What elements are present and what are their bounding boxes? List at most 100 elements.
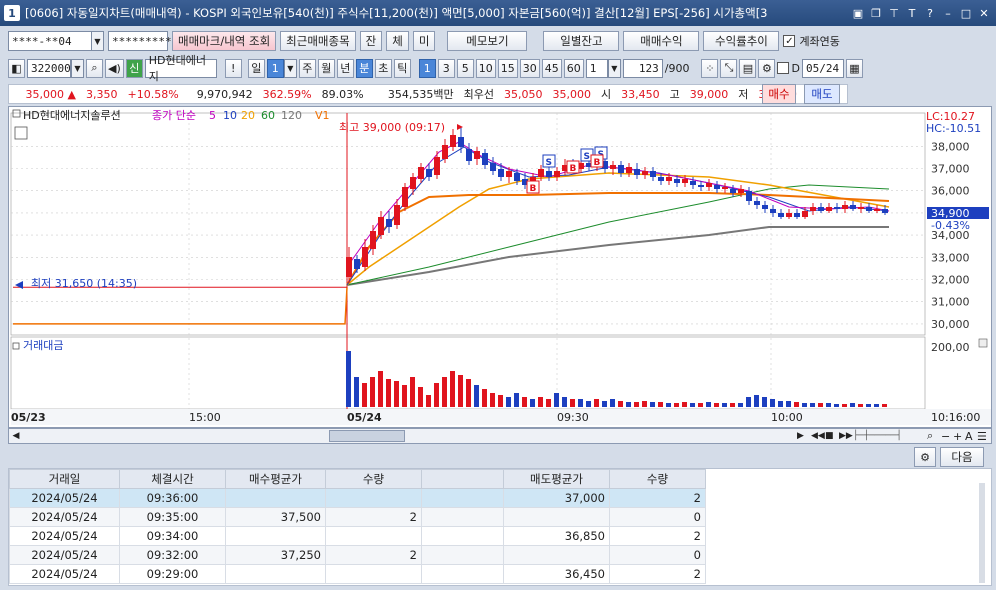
period-tick-button[interactable]: 틱: [393, 58, 411, 78]
period-year-button[interactable]: 년: [336, 58, 354, 78]
ask-price: 35,050: [503, 87, 543, 101]
volume-bar: [698, 403, 703, 407]
time-tick-label: 10:16:00: [931, 411, 980, 424]
period-minute-button[interactable]: 분: [355, 58, 373, 78]
filled-button[interactable]: 체: [386, 31, 409, 51]
password-input[interactable]: *********: [108, 31, 172, 51]
stock-name-field[interactable]: HD현대에너지: [144, 54, 217, 83]
candle-body: [882, 209, 888, 213]
font-icon[interactable]: A: [965, 430, 977, 443]
table-cell: 2024/05/24: [9, 564, 120, 584]
candle-body: [746, 191, 752, 201]
minute-60-button[interactable]: 60: [563, 58, 584, 78]
minute-3-button[interactable]: 3: [437, 58, 455, 78]
table-row[interactable]: 2024/05/24 09:32:00 37,250 2 0: [9, 545, 706, 565]
trade-mark-query-button[interactable]: 매매마크/내역 조회: [172, 31, 277, 51]
candle-body: [442, 145, 448, 159]
search-icon[interactable]: ⌕: [86, 58, 103, 78]
date-input[interactable]: 05/24: [801, 58, 844, 78]
count-dropdown-button[interactable]: ▼: [607, 58, 621, 78]
table-row[interactable]: 2024/05/24 09:35:00 37,500 2 0: [9, 507, 706, 527]
next-button[interactable]: 다음: [940, 447, 984, 467]
account-input[interactable]: ****-**04: [8, 31, 92, 51]
minute-10-button[interactable]: 10: [475, 58, 496, 78]
zoom-out-icon[interactable]: −: [941, 430, 953, 443]
minute-1-button[interactable]: 1: [418, 58, 436, 78]
volume-bar: [786, 401, 791, 407]
minimize-icon[interactable]: –: [940, 5, 956, 21]
sound-icon[interactable]: ◀): [105, 58, 124, 78]
table-row[interactable]: 2024/05/24 09:36:00 37,000 2: [9, 488, 706, 508]
minute-5-button[interactable]: 5: [456, 58, 474, 78]
period-dropdown-button[interactable]: ▼: [283, 58, 297, 78]
zoom-slider[interactable]: ├─┼─────┤: [853, 431, 927, 441]
help-icon[interactable]: ?: [922, 5, 938, 21]
table-row[interactable]: 2024/05/24 09:29:00 36,450 2: [9, 564, 706, 584]
minute-30-button[interactable]: 30: [519, 58, 540, 78]
grid-settings-icon[interactable]: ⚙: [914, 447, 936, 467]
window-copy-icon[interactable]: ❐: [868, 5, 884, 21]
zoom-in-icon[interactable]: +: [953, 430, 965, 443]
alert-button[interactable]: !: [224, 58, 242, 78]
account-link-checkbox[interactable]: ✓: [783, 35, 796, 47]
table-cell: 2: [609, 564, 706, 584]
period-day-button[interactable]: 일: [247, 58, 265, 78]
code-dropdown-button[interactable]: ▼: [71, 58, 84, 78]
indicator-icon[interactable]: ⁘: [701, 58, 719, 78]
account-dropdown-button[interactable]: ▼: [91, 31, 104, 51]
close-icon[interactable]: ✕: [976, 5, 992, 21]
volume-bar: [754, 395, 759, 407]
minute-45-button[interactable]: 45: [541, 58, 562, 78]
scroll-right-icon[interactable]: ▶: [797, 431, 811, 441]
zoom-icon[interactable]: ⌕: [927, 429, 941, 443]
candle-body: [642, 171, 648, 175]
table-cell: [421, 488, 504, 508]
period-week-button[interactable]: 주: [298, 58, 316, 78]
scroll-left-icon[interactable]: ◀: [9, 431, 23, 441]
volume-bar: [818, 403, 823, 407]
count-input[interactable]: 1: [585, 58, 608, 78]
unfilled-button[interactable]: 미: [412, 31, 436, 51]
stop-icon[interactable]: ■: [825, 431, 839, 441]
text-icon[interactable]: T: [904, 5, 920, 21]
volume-bar: [410, 377, 415, 407]
candle-body: [618, 165, 624, 173]
recent-stocks-button[interactable]: 최근매매종목: [280, 31, 356, 51]
turnover-rate: 89.03%: [321, 87, 364, 101]
menu-icon[interactable]: ☰: [977, 430, 991, 443]
chart-scroll-strip[interactable]: ◀ ▶ ◀◀ ■ ▶▶ ├─┼─────┤ ⌕ − + A ☰: [8, 428, 992, 444]
period-second-button[interactable]: 초: [374, 58, 392, 78]
minute-15-button[interactable]: 15: [497, 58, 518, 78]
draw-line-icon[interactable]: ⤡: [720, 58, 738, 78]
table-cell: 09:29:00: [119, 564, 226, 584]
maximize-icon[interactable]: □: [958, 5, 974, 21]
pin-icon[interactable]: ⊤: [886, 5, 902, 21]
profit-trend-button[interactable]: 수익률추이: [703, 31, 780, 51]
balance-button[interactable]: 잔: [359, 31, 383, 51]
period-num-field[interactable]: 1: [266, 58, 284, 78]
date-checkbox[interactable]: [777, 62, 790, 74]
volume-bar: [842, 404, 847, 407]
chart-canvas[interactable]: 38,00037,00036,00035,00034,00033,00032,0…: [9, 107, 991, 427]
rewind-icon[interactable]: ◀◀: [811, 431, 825, 441]
layout-icon[interactable]: ▣: [850, 5, 866, 21]
price-chart[interactable]: 38,00037,00036,00035,00034,00033,00032,0…: [8, 106, 992, 428]
trade-profit-button[interactable]: 매매수익: [623, 31, 700, 51]
sell-button[interactable]: 매도: [804, 84, 840, 104]
memo-button[interactable]: 메모보기: [447, 31, 528, 51]
high-price: 39,000: [689, 87, 729, 101]
save-icon[interactable]: ▤: [739, 58, 757, 78]
candle-body: [554, 171, 560, 177]
daily-balance-button[interactable]: 일별잔고: [543, 31, 620, 51]
settings-icon[interactable]: ⚙: [758, 58, 776, 78]
table-row[interactable]: 2024/05/24 09:34:00 36,850 2: [9, 526, 706, 546]
forward-icon[interactable]: ▶▶: [839, 431, 853, 441]
stock-code-input[interactable]: 322000: [27, 58, 71, 78]
chart-type-icon[interactable]: ◧: [8, 58, 25, 78]
buy-button[interactable]: 매수: [762, 84, 796, 104]
period-month-button[interactable]: 월: [317, 58, 335, 78]
table-scrollbar[interactable]: [979, 483, 985, 583]
calendar-icon[interactable]: ▦: [845, 58, 863, 78]
range-input[interactable]: 123: [622, 58, 663, 78]
scroll-thumb[interactable]: [329, 430, 405, 442]
